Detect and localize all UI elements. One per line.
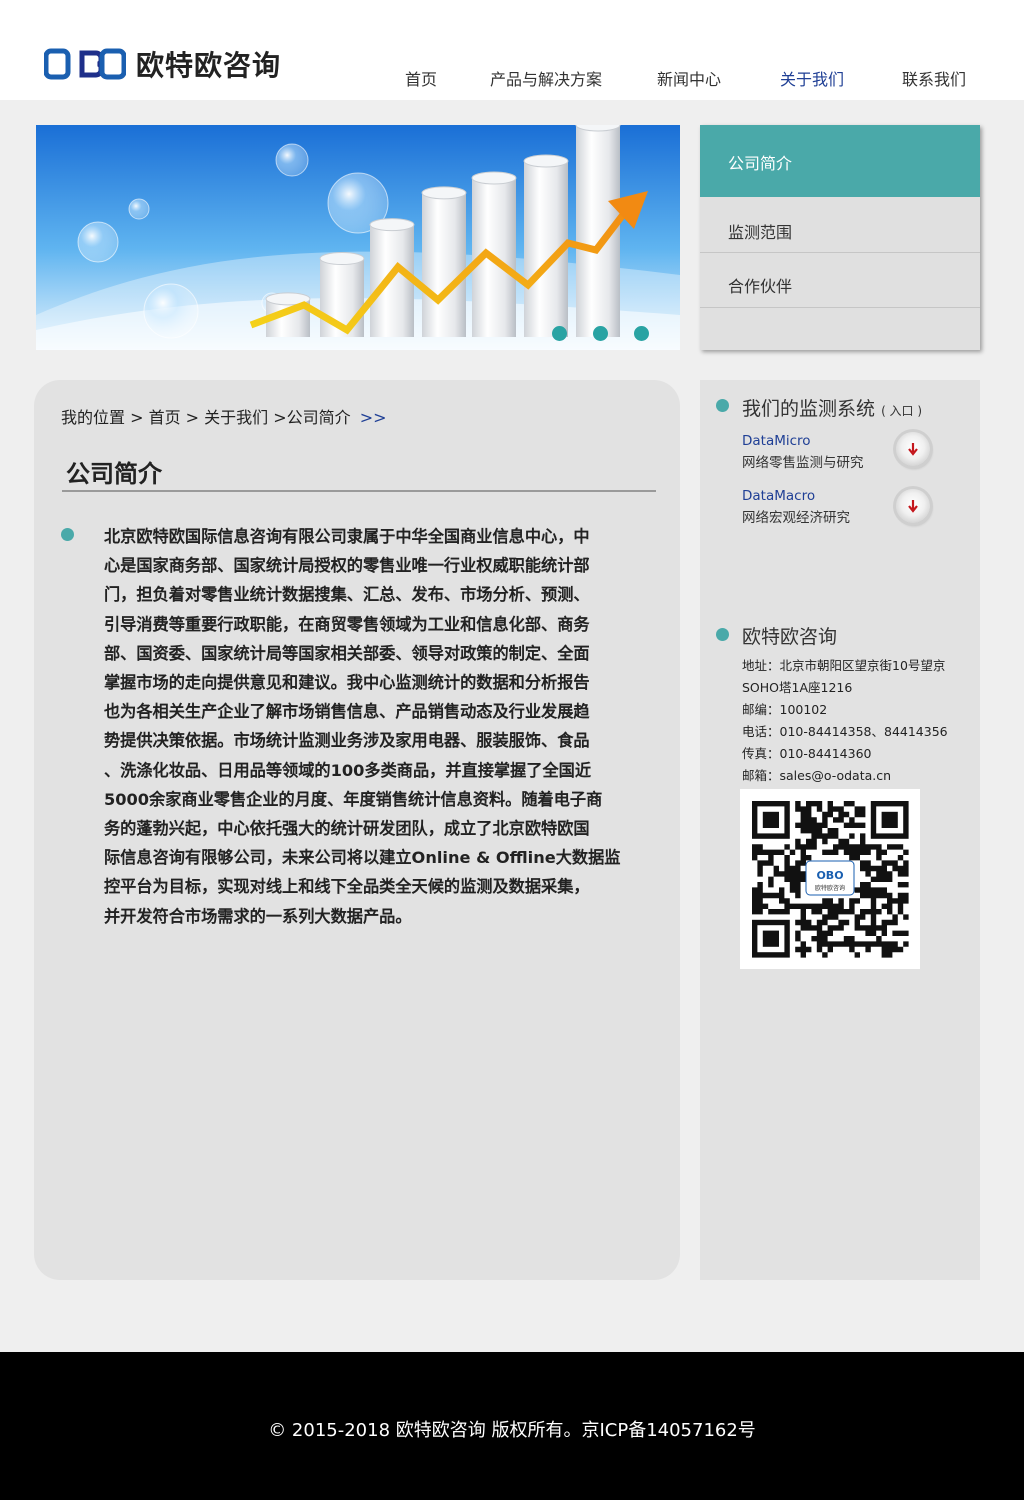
datamacro-enter-button[interactable] xyxy=(896,489,930,523)
datamicro-enter-button[interactable] xyxy=(896,432,930,466)
banner-cylinder-cap xyxy=(421,186,467,200)
copyright-text: © 2015-2018 欧特欧咨询 版权所有。京ICP备14057162号 xyxy=(268,1420,756,1441)
intro-line: 际信息咨询有限够公司，未来公司将以建立Online & Offline大数据监 xyxy=(104,848,621,868)
nav-products[interactable]: 产品与解决方案 xyxy=(490,66,602,90)
breadcrumb-path[interactable]: 我的位置 > 首页 > 关于我们 >公司简介 xyxy=(61,408,351,427)
banner-cylinder-cap xyxy=(523,154,569,168)
nav-home[interactable]: 首页 xyxy=(405,66,437,90)
nav-about[interactable]: 关于我们 xyxy=(780,66,844,90)
side-item-company-intro[interactable]: 公司简介 xyxy=(700,125,980,197)
intro-line: 、洗涤化妆品、日用品等领域的100多类商品，并直接掌握了全国近 xyxy=(104,760,592,780)
bullet-icon xyxy=(716,399,729,412)
system-desc-datamacro: 网络宏观经济研究 xyxy=(742,510,850,526)
qr-logo-mark: OBO xyxy=(816,869,843,882)
intro-line: 部、国资委、国家统计局等国家相关部委、领导对政策的制定、全面 xyxy=(104,643,590,663)
intro-line: 势提供决策依据。市场统计监测业务涉及家用电器、服装服饰、食品 xyxy=(104,731,590,751)
banner-cylinder-bar xyxy=(370,224,414,337)
banner-cylinder-cap xyxy=(471,171,517,185)
intro-line: 也为各相关生产企业了解市场销售信息、产品销售动态及行业发展趋 xyxy=(104,702,590,722)
intro-line: 引导消费等重要行政职能，在商贸零售领域为工业和信息化部、商务 xyxy=(104,614,590,634)
bullet-icon xyxy=(61,528,74,541)
qr-finder-pattern xyxy=(762,930,779,947)
banner-growth-chart-image xyxy=(36,125,680,350)
breadcrumb: 我的位置 > 首页 > 关于我们 >公司简介 >> xyxy=(61,404,387,428)
company-intro-text: 北京欧特欧国际信息咨询有限公司隶属于中华全国商业信息中心，中 心是国家商务部、国家… xyxy=(104,522,638,931)
system-name-datamacro[interactable]: DataMacro xyxy=(742,488,815,504)
contact-phone: 电话：010-84414358、84414356 xyxy=(742,724,948,739)
qr-code-icon: OBO 欧特欧咨询 xyxy=(752,801,909,958)
contact-postcode: 邮编：100102 xyxy=(742,702,828,717)
right-sidebar: 我们的监测系统 ( 入口 ) DataMicro 网络零售监测与研究 DataM… xyxy=(700,380,980,1280)
systems-title: 我们的监测系统 ( 入口 ) xyxy=(742,394,922,421)
site-header: 欧特欧咨询 首页 产品与解决方案 新闻中心 关于我们 联系我们 xyxy=(0,0,1024,100)
contact-address-line2: SOHO塔1A座1216 xyxy=(742,680,853,695)
nav-contact[interactable]: 联系我们 xyxy=(902,66,966,90)
intro-line: 掌握市场的走向提供意见和建议。我中心监测统计的数据和分析报告 xyxy=(104,673,590,693)
banner-dot-3[interactable] xyxy=(634,326,649,341)
bullet-icon xyxy=(716,628,729,641)
down-arrow-icon xyxy=(908,443,918,456)
qr-finder-pattern xyxy=(881,811,898,828)
systems-title-text: 我们的监测系统 xyxy=(742,398,876,420)
intro-line: 并开发符合市场需求的一系列大数据产品。 xyxy=(104,906,412,926)
side-item-monitoring-scope[interactable]: 监测范围 xyxy=(700,197,980,253)
banner-cylinder-bar xyxy=(422,192,466,337)
breadcrumb-arrow: >> xyxy=(359,408,387,427)
side-item-partners[interactable]: 合作伙伴 xyxy=(700,253,980,308)
side-item-label: 合作伙伴 xyxy=(728,277,793,296)
system-desc-datamicro: 网络零售监测与研究 xyxy=(742,455,864,471)
systems-title-suffix: ( 入口 ) xyxy=(881,404,923,418)
nav-news[interactable]: 新闻中心 xyxy=(657,66,721,90)
hero-banner xyxy=(36,125,680,350)
down-arrow-icon xyxy=(908,500,918,513)
banner-dot-1[interactable] xyxy=(552,326,567,341)
about-side-menu: 公司简介 监测范围 合作伙伴 xyxy=(700,125,980,350)
banner-dot-2[interactable] xyxy=(593,326,608,341)
banner-cylinder-cap xyxy=(369,218,415,232)
main-content: 我的位置 > 首页 > 关于我们 >公司简介 >> 公司简介 北京欧特欧国际信息… xyxy=(34,380,680,1280)
contact-address: 地址：北京市朝阳区望京街10号望京 xyxy=(742,658,946,673)
company-title: 欧特欧咨询 xyxy=(742,626,838,648)
intro-line: 门，担负着对零售业统计数据搜集、汇总、发布、市场分析、预测、 xyxy=(104,585,590,605)
intro-line: 5000余家商业零售企业的月度、年度销售统计信息资料。随着电子商 xyxy=(104,789,603,809)
side-item-label: 监测范围 xyxy=(728,223,793,242)
site-footer: © 2015-2018 欧特欧咨询 版权所有。京ICP备14057162号 xyxy=(0,1352,1024,1500)
intro-line: 心是国家商务部、国家统计局授权的零售业唯一行业权威职能统计部 xyxy=(104,556,590,576)
banner-cylinder-cap xyxy=(319,252,365,266)
title-divider xyxy=(62,490,656,492)
intro-line: 务的蓬勃兴起，中心依托强大的统计研发团队，成立了北京欧特欧国 xyxy=(104,819,590,839)
page-title: 公司简介 xyxy=(66,460,162,488)
side-item-label: 公司简介 xyxy=(728,154,793,173)
main-nav: 首页 产品与解决方案 新闻中心 关于我们 联系我们 xyxy=(0,66,1024,89)
qr-finder-pattern xyxy=(762,811,779,828)
contact-fax: 传真：010-84414360 xyxy=(742,746,872,761)
contact-email[interactable]: 邮箱：sales@o-odata.cn xyxy=(742,765,891,784)
qr-logo-caption: 欧特欧咨询 xyxy=(815,884,845,892)
wechat-qr-code: OBO 欧特欧咨询 xyxy=(740,789,920,969)
intro-line: 北京欧特欧国际信息咨询有限公司隶属于中华全国商业信息中心，中 xyxy=(104,527,590,546)
intro-line: 控平台为目标，实现对线上和线下全品类全天候的监测及数据采集， xyxy=(104,877,590,897)
system-name-datamicro[interactable]: DataMicro xyxy=(742,433,811,449)
